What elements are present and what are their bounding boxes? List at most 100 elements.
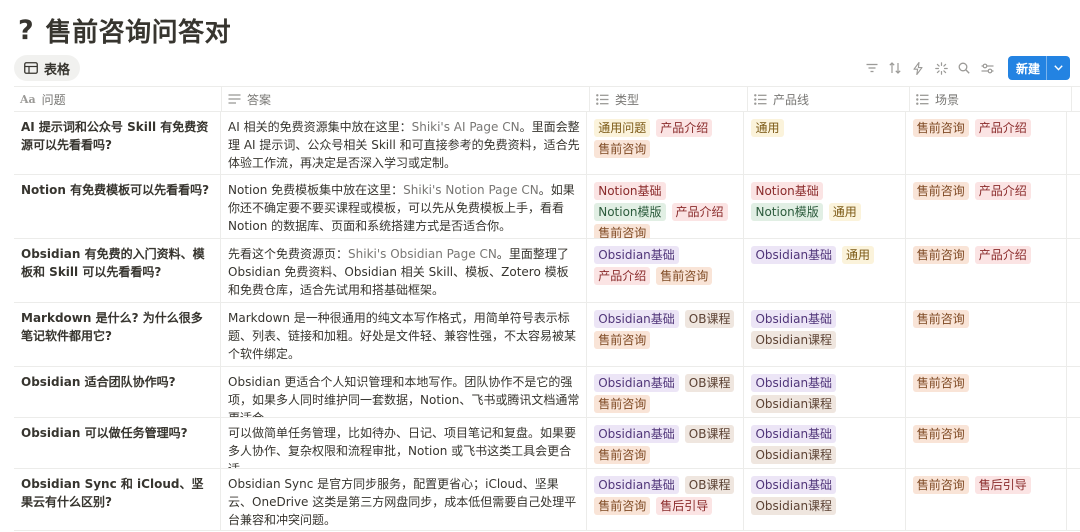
- tag[interactable]: Obsidian基础: [594, 425, 679, 443]
- tag[interactable]: 产品介绍: [974, 182, 1031, 200]
- tag[interactable]: 售前咨询: [594, 140, 651, 158]
- add-column-edge[interactable]: [1072, 87, 1080, 111]
- table-row[interactable]: AI 提示词和公众号 Skill 有免费资源可以先看看吗? AI 相关的免费资源…: [14, 112, 1080, 175]
- answer-cell[interactable]: Obsidian Sync 是官方同步服务，配置更省心；iCloud、坚果云、O…: [221, 469, 588, 530]
- tag[interactable]: 售前咨询: [912, 119, 969, 137]
- resource-link[interactable]: Shiki's Obsidian Page CN: [348, 247, 497, 261]
- answer-cell[interactable]: 先看这个免费资源页：Shiki's Obsidian Page CN。里面整理了…: [221, 239, 588, 302]
- tag[interactable]: OB课程: [684, 425, 735, 443]
- question-cell[interactable]: Notion 有免费模板可以先看看吗?: [14, 175, 222, 238]
- sort-icon[interactable]: [887, 57, 904, 79]
- tag[interactable]: Obsidian课程: [751, 395, 837, 413]
- tag[interactable]: 通用: [828, 203, 861, 221]
- scene-cell[interactable]: 售前咨询: [906, 367, 1067, 417]
- type-cell[interactable]: Obsidian基础 OB课程售前咨询: [587, 303, 745, 366]
- automation-icon[interactable]: [910, 57, 927, 79]
- resource-link[interactable]: Shiki's Notion Page CN: [403, 183, 539, 197]
- product-line-cell[interactable]: Obsidian基础 Obsidian课程: [744, 469, 906, 530]
- question-cell[interactable]: Markdown 是什么? 为什么很多笔记软件都用它?: [14, 303, 222, 366]
- table-row[interactable]: Obsidian 适合团队协作吗? Obsidian 更适合个人知识管理和本地写…: [14, 367, 1080, 418]
- column-header-scene[interactable]: 场景: [910, 87, 1072, 111]
- question-cell[interactable]: AI 提示词和公众号 Skill 有免费资源可以先看看吗?: [14, 112, 222, 174]
- tag[interactable]: Obsidian基础: [751, 374, 837, 392]
- tag[interactable]: Obsidian基础: [594, 476, 679, 494]
- table-row[interactable]: Notion 有免费模板可以先看看吗? Notion 免费模板集中放在这里：Sh…: [14, 175, 1080, 239]
- type-cell[interactable]: Obsidian基础 OB课程售前咨询 售后引导: [587, 469, 745, 530]
- product-line-cell[interactable]: Obsidian基础 通用: [744, 239, 906, 302]
- product-line-cell[interactable]: Obsidian基础 Obsidian课程: [744, 418, 906, 468]
- view-tab-table[interactable]: 表格: [14, 55, 81, 81]
- scene-cell[interactable]: 售前咨询: [906, 418, 1067, 468]
- question-cell[interactable]: Obsidian Sync 和 iCloud、坚果云有什么区别?: [14, 469, 222, 530]
- answer-cell[interactable]: Obsidian 更适合个人知识管理和本地写作。团队协作不是它的强项，如果多人同…: [221, 367, 588, 417]
- table-row[interactable]: Markdown 是什么? 为什么很多笔记软件都用它? Markdown 是一种…: [14, 303, 1080, 367]
- new-button-label[interactable]: 新建: [1008, 56, 1046, 80]
- scene-cell[interactable]: 售前咨询 产品介绍: [906, 175, 1067, 238]
- tag[interactable]: 售前咨询: [912, 374, 969, 392]
- tag[interactable]: Notion模版: [594, 203, 666, 221]
- column-header-product-line[interactable]: 产品线: [748, 87, 910, 111]
- product-line-cell[interactable]: Notion基础 Notion模版 通用: [744, 175, 906, 238]
- tag[interactable]: 通用: [751, 119, 784, 137]
- column-header-answer[interactable]: 答案: [222, 87, 590, 111]
- tag[interactable]: Notion基础: [751, 182, 823, 200]
- table-row[interactable]: Obsidian Sync 和 iCloud、坚果云有什么区别? Obsidia…: [14, 469, 1080, 531]
- type-cell[interactable]: Obsidian基础 OB课程 售前咨询: [587, 367, 745, 417]
- tag[interactable]: 售前咨询: [594, 497, 651, 515]
- tag[interactable]: 售前咨询: [594, 395, 651, 413]
- page-icon[interactable]: ?: [18, 15, 34, 46]
- product-line-cell[interactable]: 通用: [744, 112, 906, 174]
- tag[interactable]: 产品介绍: [974, 119, 1031, 137]
- scene-cell[interactable]: 售前咨询 产品介绍: [906, 239, 1067, 302]
- tag[interactable]: OB课程: [684, 374, 735, 392]
- type-cell[interactable]: Notion基础 Notion模版 产品介绍售前咨询: [587, 175, 745, 238]
- tag[interactable]: 售前咨询: [912, 425, 969, 443]
- tag[interactable]: 售前咨询: [594, 224, 651, 238]
- scene-cell[interactable]: 售前咨询: [906, 303, 1067, 366]
- column-header-question[interactable]: Aa 问题: [14, 87, 222, 111]
- table-row[interactable]: Obsidian 有免费的入门资料、模板和 Skill 可以先看看吗? 先看这个…: [14, 239, 1080, 303]
- ai-icon[interactable]: [933, 57, 950, 79]
- tag[interactable]: 售前咨询: [912, 246, 969, 264]
- tag[interactable]: 通用问题: [594, 119, 651, 137]
- question-cell[interactable]: Obsidian 有免费的入门资料、模板和 Skill 可以先看看吗?: [14, 239, 222, 302]
- tag[interactable]: OB课程: [684, 310, 735, 328]
- tag[interactable]: Obsidian基础: [594, 310, 679, 328]
- answer-cell[interactable]: Notion 免费模板集中放在这里：Shiki's Notion Page CN…: [221, 175, 588, 238]
- answer-cell[interactable]: AI 相关的免费资源集中放在这里：Shiki's AI Page CN。里面会整…: [221, 112, 588, 174]
- answer-cell[interactable]: 可以做简单任务管理，比如待办、日记、项目笔记和复盘。如果要多人协作、复杂权限和流…: [221, 418, 588, 468]
- filter-icon[interactable]: [864, 57, 881, 79]
- tag[interactable]: Notion模版: [751, 203, 823, 221]
- tag[interactable]: 售前咨询: [656, 267, 713, 285]
- product-line-cell[interactable]: Obsidian基础 Obsidian课程: [744, 367, 906, 417]
- tag[interactable]: 售前咨询: [594, 331, 651, 349]
- tag[interactable]: Obsidian基础: [594, 246, 679, 264]
- tag[interactable]: 产品介绍: [974, 246, 1031, 264]
- tag[interactable]: Notion基础: [594, 182, 666, 200]
- tag[interactable]: 售后引导: [656, 497, 713, 515]
- column-header-type[interactable]: 类型: [590, 87, 748, 111]
- tag[interactable]: 售前咨询: [912, 182, 969, 200]
- tag[interactable]: Obsidian基础: [751, 246, 837, 264]
- question-cell[interactable]: Obsidian 可以做任务管理吗?: [14, 418, 222, 468]
- chevron-down-icon[interactable]: [1046, 56, 1070, 80]
- tag[interactable]: Obsidian课程: [751, 331, 837, 349]
- tag[interactable]: Obsidian基础: [751, 425, 837, 443]
- tag[interactable]: 产品介绍: [656, 119, 713, 137]
- question-cell[interactable]: Obsidian 适合团队协作吗?: [14, 367, 222, 417]
- tag[interactable]: 产品介绍: [594, 267, 651, 285]
- tag[interactable]: 售前咨询: [594, 446, 651, 464]
- tag[interactable]: OB课程: [684, 476, 735, 494]
- scene-cell[interactable]: 售前咨询 产品介绍: [906, 112, 1067, 174]
- table-row[interactable]: Obsidian 可以做任务管理吗? 可以做简单任务管理，比如待办、日记、项目笔…: [14, 418, 1080, 469]
- tag[interactable]: Obsidian课程: [751, 446, 837, 464]
- type-cell[interactable]: Obsidian基础 OB课程售前咨询: [587, 418, 745, 468]
- tag[interactable]: 通用: [842, 246, 875, 264]
- answer-cell[interactable]: Markdown 是一种很通用的纯文本写作格式，用简单符号表示标题、列表、链接和…: [221, 303, 588, 366]
- scene-cell[interactable]: 售前咨询 售后引导: [906, 469, 1067, 530]
- product-line-cell[interactable]: Obsidian基础 Obsidian课程: [744, 303, 906, 366]
- type-cell[interactable]: 通用问题 产品介绍 售前咨询: [587, 112, 745, 174]
- type-cell[interactable]: Obsidian基础 产品介绍 售前咨询: [587, 239, 745, 302]
- tag[interactable]: 产品介绍: [671, 203, 728, 221]
- page-title[interactable]: 售前咨询问答对: [46, 12, 232, 49]
